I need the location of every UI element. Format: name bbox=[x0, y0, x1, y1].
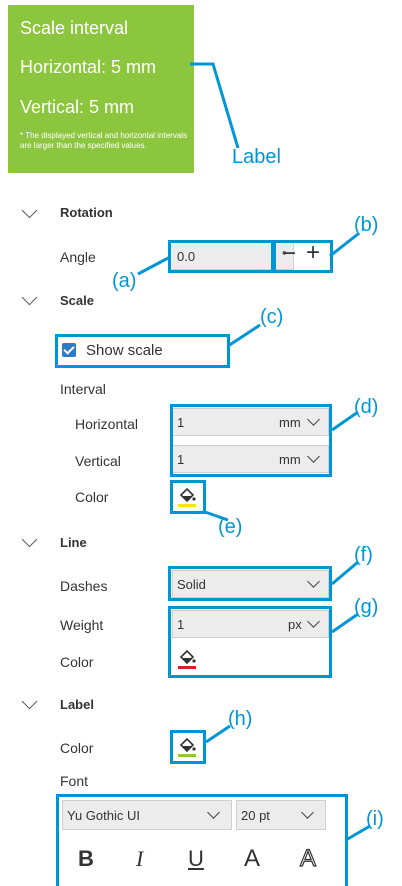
highlight-a bbox=[168, 240, 274, 273]
callout-g: (g) bbox=[354, 596, 379, 618]
weight-label: Weight bbox=[60, 617, 104, 633]
callout-label: Label bbox=[232, 146, 281, 168]
highlight-i bbox=[56, 794, 348, 886]
rotation-section-header[interactable]: Rotation bbox=[60, 205, 113, 220]
scale-section-header[interactable]: Scale bbox=[60, 293, 94, 308]
highlight-f bbox=[168, 566, 332, 601]
dashes-label: Dashes bbox=[60, 578, 108, 594]
highlight-g bbox=[168, 606, 332, 678]
callout-f: (f) bbox=[354, 544, 373, 566]
callout-e: (e) bbox=[218, 516, 243, 538]
callout-a: (a) bbox=[112, 270, 137, 292]
angle-label: Angle bbox=[60, 249, 96, 265]
callout-i: (i) bbox=[366, 808, 384, 830]
scale-color-label: Color bbox=[75, 489, 109, 505]
label-section-header[interactable]: Label bbox=[60, 697, 94, 712]
callout-h: (h) bbox=[228, 708, 253, 730]
highlight-b bbox=[273, 240, 333, 273]
callout-d: (d) bbox=[354, 396, 379, 418]
interval-label: Interval bbox=[60, 381, 106, 397]
line-section-header[interactable]: Line bbox=[60, 535, 87, 550]
highlight-e bbox=[170, 480, 206, 514]
vertical-label: Vertical bbox=[75, 453, 121, 469]
line-color-label: Color bbox=[60, 654, 94, 670]
horizontal-label: Horizontal bbox=[75, 416, 139, 432]
label-color-label: Color bbox=[60, 740, 94, 756]
callout-c: (c) bbox=[260, 306, 284, 328]
callout-b: (b) bbox=[354, 214, 379, 236]
font-label: Font bbox=[60, 773, 89, 789]
highlight-d bbox=[170, 404, 332, 477]
highlight-h bbox=[170, 730, 206, 764]
highlight-c bbox=[55, 334, 230, 368]
